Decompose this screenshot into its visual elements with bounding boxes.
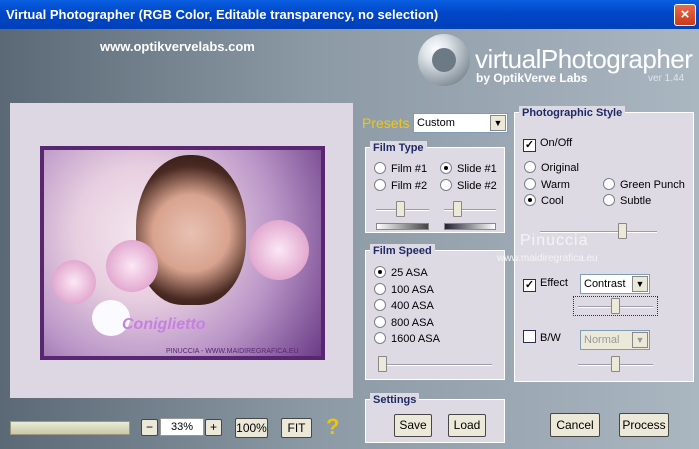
speed-800-radio[interactable]: 800 ASA <box>374 316 434 330</box>
zoom-value: 33% <box>160 418 204 436</box>
photographic-style-label: Photographic Style <box>519 106 626 120</box>
settings-panel: Settings Save Load <box>365 393 505 443</box>
style-green-punch-radio[interactable]: Green Punch <box>603 178 685 192</box>
window-title-bar: Virtual Photographer (RGB Color, Editabl… <box>0 0 699 29</box>
zoom-fit-button[interactable]: FIT <box>281 418 312 438</box>
speed-1600-radio[interactable]: 1600 ASA <box>374 332 440 346</box>
brand-byline: by OptikVerve Labs <box>476 71 588 85</box>
style-original-radio[interactable]: Original <box>524 161 579 175</box>
website-link[interactable]: www.optikvervelabs.com <box>100 39 255 54</box>
watermark-name: Pinuccia <box>520 232 589 249</box>
presets-label: Presets <box>362 115 410 131</box>
presets-select[interactable]: Custom ▼ <box>413 113 508 133</box>
film-2-radio[interactable]: Film #2 <box>374 179 427 193</box>
film-speed-slider[interactable] <box>378 356 492 372</box>
effect-slider[interactable] <box>578 298 653 314</box>
effect-value: Contrast <box>584 278 626 290</box>
load-button[interactable]: Load <box>448 414 486 437</box>
flower-decoration <box>52 260 96 304</box>
close-button[interactable]: × <box>674 4 696 26</box>
slide-2-radio[interactable]: Slide #2 <box>440 179 497 193</box>
film-type-gradient-1 <box>376 223 429 230</box>
film-type-slider-1[interactable] <box>376 201 429 217</box>
speed-400-radio[interactable]: 400 ASA <box>374 299 434 313</box>
cancel-button[interactable]: Cancel <box>550 413 600 437</box>
film-1-radio[interactable]: Film #1 <box>374 162 427 176</box>
bw-select[interactable]: Normal ▼ <box>580 330 650 350</box>
virtualphotographer-logo-icon <box>418 34 470 86</box>
zoom-100-button[interactable]: 100% <box>235 418 268 438</box>
chevron-down-icon[interactable]: ▼ <box>632 332 648 348</box>
save-button[interactable]: Save <box>394 414 432 437</box>
chevron-down-icon[interactable]: ▼ <box>490 115 506 131</box>
process-button[interactable]: Process <box>619 413 669 437</box>
style-subtle-radio[interactable]: Subtle <box>603 194 651 208</box>
slide-1-radio[interactable]: Slide #1 <box>440 162 497 176</box>
film-type-panel: Film Type Film #1 Slide #1 Film #2 Slide… <box>365 141 505 233</box>
image-signature: Coniglietto <box>122 316 206 333</box>
bw-checkbox[interactable]: B/W <box>523 330 561 345</box>
zoom-out-button[interactable]: − <box>141 419 158 436</box>
flower-decoration <box>249 220 309 280</box>
film-type-gradient-2 <box>444 223 496 230</box>
preview-image[interactable]: Coniglietto PINUCCIA - WWW.MAIDIREGRAFIC… <box>40 146 325 360</box>
zoom-in-button[interactable]: + <box>205 419 222 436</box>
settings-label: Settings <box>370 393 420 407</box>
speed-25-radio[interactable]: 25 ASA <box>374 266 428 280</box>
portrait-face <box>136 155 246 305</box>
film-speed-panel: Film Speed 25 ASA 100 ASA 400 ASA 800 AS… <box>365 244 505 380</box>
style-onoff-checkbox[interactable]: ✓ On/Off <box>523 136 572 152</box>
presets-value: Custom <box>417 117 455 129</box>
bw-slider[interactable] <box>578 356 653 372</box>
effect-checkbox[interactable]: ✓ Effect <box>523 276 568 292</box>
film-type-label: Film Type <box>370 141 427 155</box>
progress-bar <box>10 421 130 435</box>
watermark-url: www.maidiregrafica.eu <box>497 253 598 264</box>
film-speed-label: Film Speed <box>370 244 435 258</box>
style-warm-radio[interactable]: Warm <box>524 178 570 192</box>
chevron-down-icon[interactable]: ▼ <box>632 276 648 292</box>
image-credit: PINUCCIA - WWW.MAIDIREGRAFICA.EU <box>166 348 299 355</box>
speed-100-radio[interactable]: 100 ASA <box>374 283 434 297</box>
help-icon[interactable]: ? <box>326 414 339 440</box>
style-cool-radio[interactable]: Cool <box>524 194 564 208</box>
version-label: ver 1.44 <box>648 73 685 84</box>
window-title: Virtual Photographer (RGB Color, Editabl… <box>6 7 439 22</box>
bw-value: Normal <box>584 334 620 346</box>
effect-select[interactable]: Contrast ▼ <box>580 274 650 294</box>
film-type-slider-2[interactable] <box>444 201 496 217</box>
flower-decoration <box>106 240 158 292</box>
